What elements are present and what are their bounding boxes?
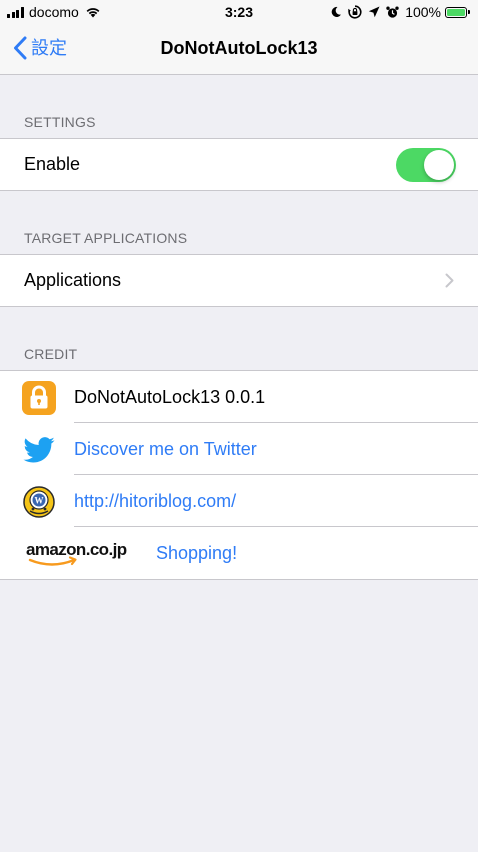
applications-label: Applications bbox=[24, 270, 122, 290]
credit-twitter-row[interactable]: Discover me on Twitter bbox=[0, 423, 478, 475]
applications-row[interactable]: Applications bbox=[0, 255, 478, 306]
status-bar: docomo 3:23 100% bbox=[0, 0, 478, 24]
battery-percent: 100% bbox=[405, 4, 441, 20]
credit-version-row: DoNotAutoLock13 0.0.1 bbox=[0, 371, 478, 423]
enable-toggle[interactable] bbox=[396, 148, 456, 182]
section-header-settings: SETTINGS bbox=[24, 114, 96, 130]
shopping-link[interactable]: Shopping! bbox=[156, 543, 237, 564]
back-button[interactable]: 設定 bbox=[13, 36, 67, 60]
alarm-icon bbox=[386, 6, 399, 19]
section-header-credit: CREDIT bbox=[24, 346, 78, 362]
settings-group: Enable bbox=[0, 138, 478, 191]
orientation-lock-icon bbox=[348, 5, 362, 19]
target-applications-group: Applications bbox=[0, 254, 478, 307]
location-arrow-icon bbox=[368, 6, 380, 18]
status-right: 100% bbox=[330, 4, 470, 20]
credit-blog-row[interactable]: W http://hitoriblog.com/ bbox=[0, 475, 478, 527]
twitter-bird-icon bbox=[22, 433, 56, 467]
page-title: DoNotAutoLock13 bbox=[160, 38, 318, 58]
amazon-logo-text: amazon.co.jp bbox=[26, 540, 127, 559]
chevron-left-icon bbox=[14, 36, 27, 60]
svg-text:W: W bbox=[35, 496, 44, 506]
blog-logo-icon: W bbox=[22, 485, 56, 519]
twitter-link[interactable]: Discover me on Twitter bbox=[74, 439, 257, 460]
do-not-disturb-moon-icon bbox=[330, 6, 342, 18]
toggle-knob bbox=[424, 150, 454, 180]
enable-label: Enable bbox=[24, 154, 81, 174]
chevron-right-icon bbox=[445, 273, 454, 288]
section-header-target-applications: TARGET APPLICATIONS bbox=[24, 230, 188, 246]
battery-charging-icon bbox=[445, 6, 467, 18]
credit-amazon-row[interactable]: amazon.co.jp Shopping! bbox=[0, 527, 478, 579]
amazon-logo-icon: amazon.co.jp bbox=[26, 537, 136, 571]
back-button-label: 設定 bbox=[31, 38, 67, 58]
version-text: DoNotAutoLock13 0.0.1 bbox=[74, 386, 266, 407]
blog-link[interactable]: http://hitoriblog.com/ bbox=[74, 491, 236, 512]
battery-cap bbox=[468, 10, 470, 14]
navigation-bar: 設定 DoNotAutoLock13 bbox=[0, 24, 478, 75]
credit-group: DoNotAutoLock13 0.0.1 Discover me on Twi… bbox=[0, 370, 478, 580]
lock-app-icon bbox=[22, 381, 56, 415]
enable-row: Enable bbox=[0, 139, 478, 190]
